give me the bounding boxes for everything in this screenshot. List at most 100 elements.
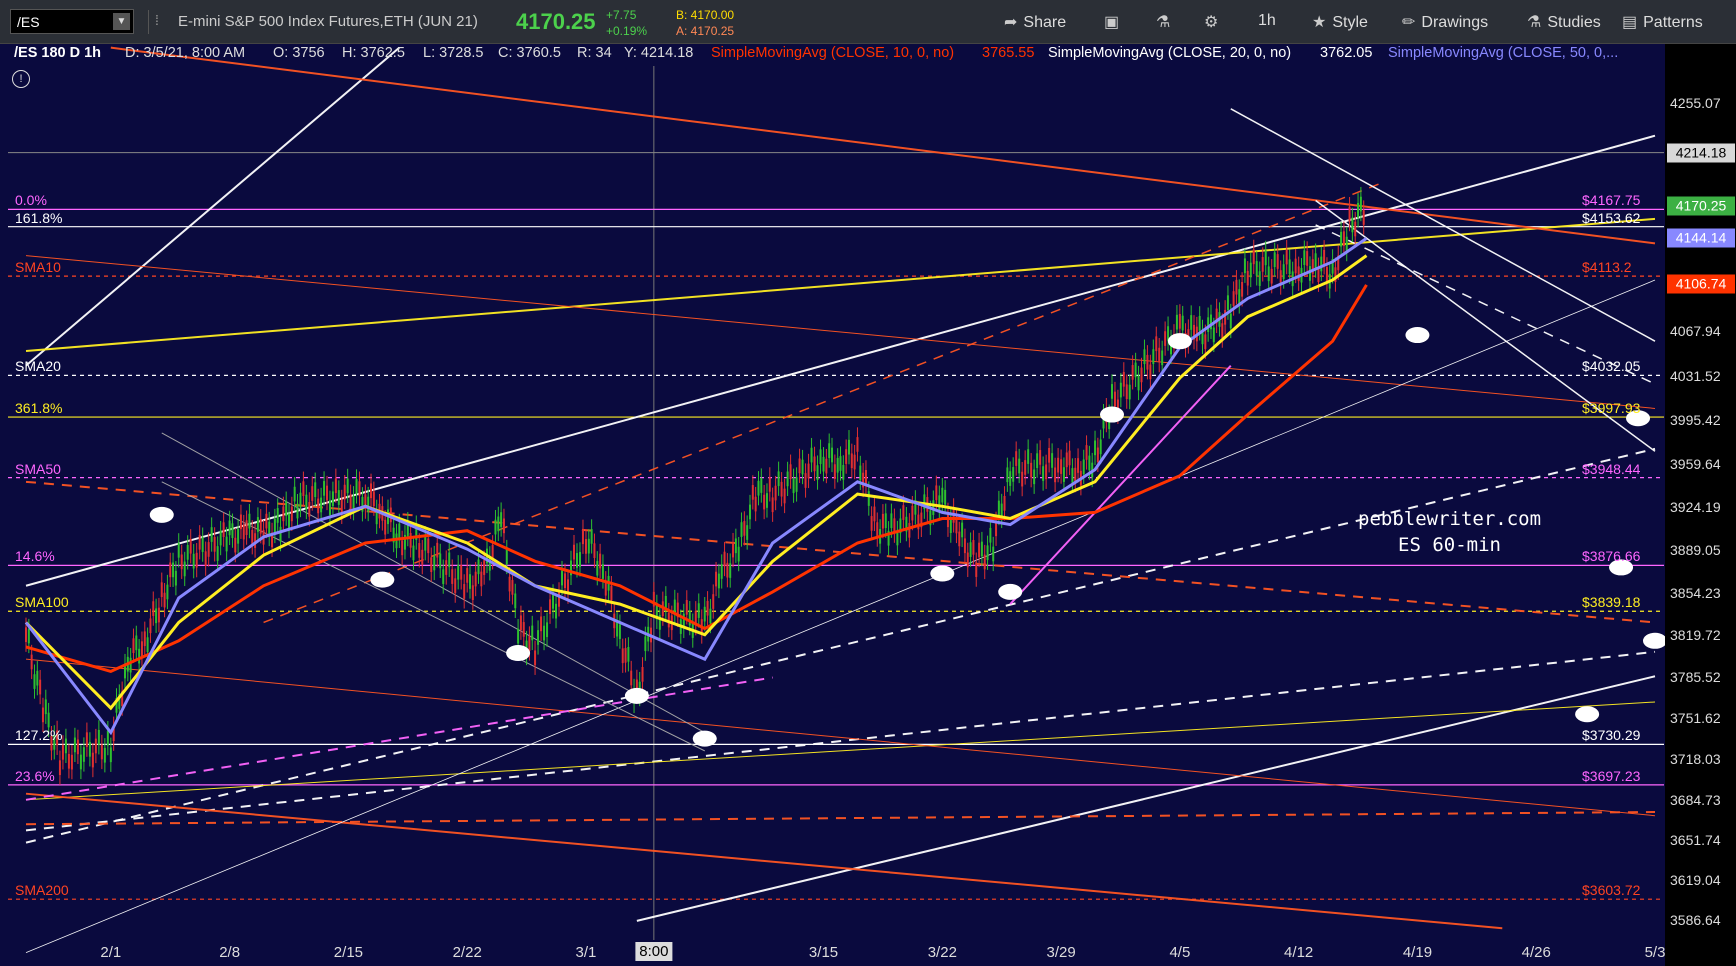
candle-body (439, 553, 442, 569)
candle-body (1065, 452, 1068, 468)
candle-body (296, 503, 299, 519)
candle-body (1149, 364, 1152, 380)
candle-body (941, 487, 944, 503)
candle-body (135, 635, 138, 651)
candle-body (418, 543, 421, 558)
symbol-input[interactable]: /ES ▼ (10, 9, 134, 34)
level-left-label: SMA100 (15, 594, 69, 611)
candle-body (502, 518, 505, 534)
marker-oval (998, 583, 1023, 600)
candle-body (1009, 471, 1012, 486)
price-tick-label: 3651.74 (1670, 832, 1721, 849)
candle-body (183, 561, 186, 577)
candle-body (1057, 457, 1060, 473)
candle-body (1294, 258, 1297, 274)
candle-body (505, 549, 508, 565)
candle-body (884, 513, 887, 529)
marker-oval (1575, 706, 1600, 723)
candle-body (816, 465, 819, 480)
candle-body (1246, 270, 1249, 286)
drawings-button[interactable]: ✏ Drawings (1402, 12, 1488, 32)
candle-body (1122, 371, 1125, 387)
chevron-down-icon[interactable]: ▼ (113, 13, 130, 30)
candle-body (983, 554, 986, 570)
candle-body (1229, 313, 1232, 329)
level-right-label: $4153.62 (1582, 209, 1641, 226)
candle-body (1285, 249, 1288, 265)
candle-body (961, 522, 964, 538)
candle-body (732, 542, 735, 558)
candle-body (1325, 267, 1328, 282)
candle-body (1224, 309, 1227, 325)
candle-body (412, 545, 415, 561)
watermark-subtitle: ES 60-min (1398, 534, 1501, 556)
share-button[interactable]: ➦ Share (1004, 12, 1066, 32)
candle-body (210, 527, 213, 542)
candle-body (36, 670, 39, 686)
candle-body (1198, 315, 1201, 331)
snapshot-button[interactable]: ▣ (1104, 12, 1125, 32)
studies-button[interactable]: ⚗ Studies (1527, 12, 1601, 32)
candle-body (578, 552, 581, 567)
candle-body (433, 555, 436, 571)
bar-low: L: 3728.5 (423, 45, 484, 61)
style-button[interactable]: ★ Style (1312, 12, 1368, 32)
candle-body (1152, 349, 1155, 364)
candle-body (451, 569, 454, 584)
marker-oval (930, 565, 955, 582)
candle-body (70, 754, 73, 770)
price-chart[interactable] (0, 0, 1736, 966)
candle-body (703, 606, 706, 622)
patterns-button[interactable]: ▤ Patterns (1622, 12, 1703, 32)
candle-body (216, 546, 219, 561)
candle-body (1018, 458, 1021, 474)
settings-button[interactable]: ⚙ (1204, 12, 1224, 32)
candle-body (73, 737, 76, 753)
candle-body (494, 519, 497, 535)
gear-icon: ⚙ (1204, 14, 1219, 31)
candle-body (1161, 350, 1164, 366)
date-tick-label: 2/8 (219, 944, 241, 961)
candle-body (129, 657, 132, 673)
candle-body (765, 493, 768, 508)
candle-body (1033, 469, 1036, 485)
candle-body (1125, 384, 1128, 400)
candle-body (1021, 471, 1024, 487)
timeframe-button[interactable]: 1h (1258, 12, 1276, 30)
candle-body (91, 752, 94, 768)
candle-body (734, 538, 737, 554)
candle-body (564, 573, 567, 589)
candle-body (189, 538, 192, 554)
candle-body (949, 518, 952, 533)
level-right-label: $4167.75 (1582, 192, 1641, 209)
divider (148, 10, 149, 34)
price-tag: 4144.14 (1667, 228, 1735, 248)
camera-icon: ▣ (1104, 14, 1120, 31)
candle-body (174, 570, 177, 586)
candle-body (1048, 447, 1051, 463)
candle-body (138, 648, 141, 664)
last-price: 4170.25 (516, 9, 596, 34)
level-right-label: $4113.2 (1582, 259, 1632, 276)
candle-body (343, 484, 346, 500)
candle-body (25, 627, 27, 643)
candle-body (1261, 257, 1264, 272)
candle-body (1003, 496, 1006, 511)
lab-button[interactable]: ⚗ (1156, 12, 1176, 32)
candle-body (519, 615, 522, 631)
candle-body (100, 744, 103, 760)
candle-body (1134, 362, 1137, 378)
level-left-label: SMA200 (15, 882, 69, 899)
candle-body (132, 638, 135, 654)
candle-body (157, 607, 160, 623)
candle-body (881, 513, 884, 529)
link-icon[interactable]: ⁞ (155, 12, 159, 28)
info-icon[interactable]: ! (12, 70, 30, 88)
candle-body (186, 545, 189, 560)
candle-body (163, 592, 166, 608)
candle-body (1303, 250, 1306, 265)
candle-body (890, 513, 893, 529)
bar-close: C: 3760.5 (498, 45, 561, 61)
candle-body (1128, 384, 1131, 400)
candle-body (276, 508, 279, 523)
